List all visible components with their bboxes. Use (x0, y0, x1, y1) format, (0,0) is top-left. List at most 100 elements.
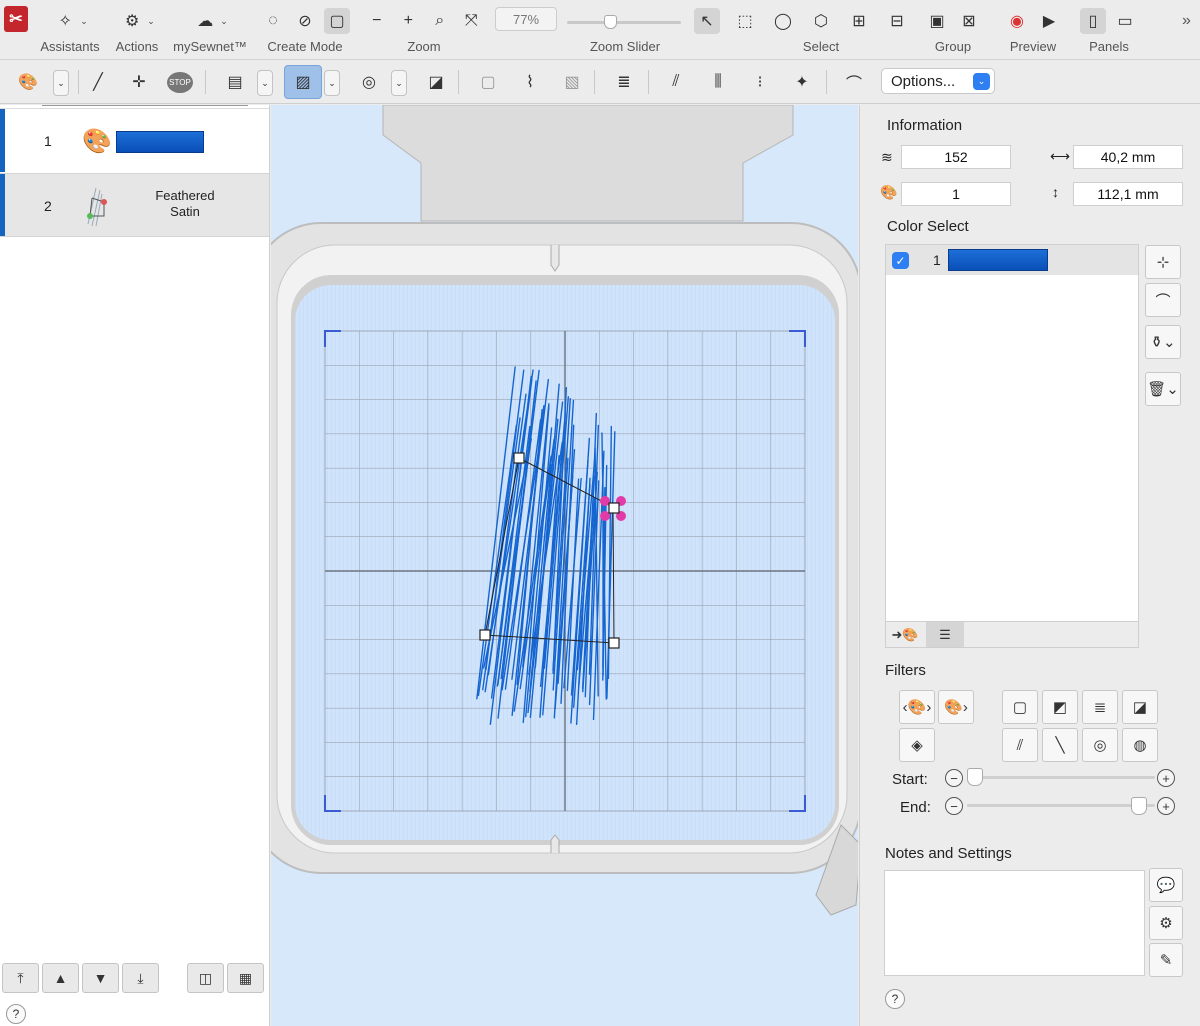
move-to-bottom-icon[interactable]: ⤓ (122, 963, 159, 993)
spiral-filter-icon[interactable]: ◎ (1082, 728, 1118, 762)
layer-properties-icon[interactable]: ▦ (227, 963, 264, 993)
color-list-item[interactable]: ✓ 1 (886, 245, 1138, 275)
zoom-field[interactable]: 77% (495, 7, 557, 31)
fill-pattern-icon[interactable]: ▤ (219, 66, 251, 98)
texture-icon[interactable]: ▧ (556, 66, 588, 98)
group-icon[interactable]: ▣ (924, 8, 950, 34)
end-slider-track[interactable] (967, 804, 1155, 807)
point-tool-icon[interactable]: ✛ (123, 66, 155, 98)
create-mode-shape-icon[interactable]: ▢ (324, 8, 350, 34)
height-field: 112,1 mm (1073, 182, 1183, 206)
ungroup-icon[interactable]: ⊠ (956, 8, 982, 34)
play-preview-icon[interactable]: ▶ (1036, 8, 1062, 34)
fill-dropdown-chevron-icon[interactable]: ⌄ (257, 70, 273, 96)
satin-dropdown-chevron-icon[interactable]: ⌄ (324, 70, 340, 96)
start-label: Start: (892, 771, 928, 788)
pencil-edit-icon[interactable]: ✎ (1149, 943, 1183, 977)
bezier-curve-icon[interactable]: ⌒ (838, 66, 870, 98)
feather-arc-icon[interactable]: ⁝ (744, 66, 776, 98)
help-button[interactable]: ? (6, 1004, 26, 1024)
color-sort-icon[interactable]: ➜🎨 (886, 622, 924, 647)
end-decrease-icon[interactable]: − (945, 797, 963, 815)
feather-bars-icon[interactable]: ⫼ (702, 66, 734, 98)
freehand-select-icon[interactable]: ⬡ (808, 8, 834, 34)
lines-filter-icon[interactable]: ≣ (1082, 690, 1118, 724)
fill-filter-icon[interactable]: ◩ (1042, 690, 1078, 724)
invert-select-icon[interactable]: ⊟ (884, 8, 910, 34)
lasso-select-icon[interactable]: ◯ (770, 8, 796, 34)
end-slider-thumb[interactable] (1131, 797, 1147, 815)
move-down-icon[interactable]: ▼ (82, 963, 119, 993)
select-pointer-icon[interactable]: ↖ (694, 8, 720, 34)
assistants-group[interactable]: ✧ ⌄ Assistants (34, 0, 106, 60)
running-stitch-filter-icon[interactable]: ╲ (1042, 728, 1078, 762)
design-canvas[interactable] (271, 105, 858, 1026)
actions-group[interactable]: ⚙ ⌄ Actions (106, 0, 168, 60)
start-slider-thumb[interactable] (967, 768, 983, 786)
zoom-out-icon[interactable]: − (364, 8, 390, 34)
outline-dropdown-chevron-icon[interactable]: ⌄ (391, 70, 407, 96)
feather-curve-icon[interactable]: ⫽ (660, 66, 692, 98)
mysewnet-group[interactable]: ☁ ⌄ mySewnet™ (168, 0, 252, 60)
stop-icon[interactable]: STOP (164, 66, 196, 98)
box-select-icon[interactable]: ⬚ (732, 8, 758, 34)
zoom-fit-icon[interactable]: ⤧ (459, 8, 485, 34)
notes-textarea[interactable] (884, 870, 1145, 976)
color-filter-out-icon[interactable]: 🎨› (938, 690, 974, 724)
border-icon[interactable]: ▢ (472, 66, 504, 98)
height-arrows-icon: ↕ (1052, 184, 1059, 200)
color-filter-in-icon[interactable]: ‹🎨› (899, 690, 935, 724)
start-increase-icon[interactable]: + (1157, 769, 1175, 787)
toolbar-overflow-icon[interactable]: » (1182, 12, 1191, 30)
move-up-icon[interactable]: ▲ (42, 963, 79, 993)
zoom-to-rect-icon[interactable]: ⌕ (427, 8, 453, 34)
reshape-icon[interactable]: ⌇ (514, 66, 546, 98)
line-tool-icon[interactable]: ╱ (82, 66, 114, 98)
app-logo-icon[interactable]: ✂ (4, 6, 28, 32)
stitch-lines-icon[interactable]: ≣ (608, 66, 640, 98)
satin-fill-icon[interactable]: ▨ (284, 65, 322, 99)
start-decrease-icon[interactable]: − (945, 769, 963, 787)
feather-filter-icon[interactable]: ⫽ (1002, 728, 1038, 762)
select-all-icon[interactable]: ⊞ (846, 8, 872, 34)
zoom-in-icon[interactable]: + (396, 8, 422, 34)
color-dropdown-chevron-icon[interactable]: ⌄ (53, 70, 69, 96)
color-palette-icon[interactable]: 🎨 (12, 66, 44, 98)
comment-icon[interactable]: 💬 (1149, 868, 1183, 902)
color-adjust-dropdown-icon[interactable]: ⚱⌄ (1145, 325, 1181, 359)
separator (826, 70, 827, 94)
options-button[interactable]: Options... ⌄ (881, 68, 995, 94)
settings-gear-icon[interactable]: ⚙ (1149, 906, 1183, 940)
remove-node-icon[interactable]: ⌒ (1145, 283, 1181, 317)
color-checkbox[interactable]: ✓ (892, 252, 909, 269)
color-tree-icon[interactable]: ☰ (926, 622, 964, 647)
width-field: 40,2 mm (1073, 145, 1183, 169)
sparkle-icon[interactable]: ✦ (786, 66, 818, 98)
delete-dropdown-icon[interactable]: 🗑⌄ (1145, 372, 1181, 406)
gradient-square-icon[interactable]: ◪ (420, 66, 452, 98)
end-increase-icon[interactable]: + (1157, 797, 1175, 815)
layer-row-1[interactable]: 1 🎨 (0, 108, 269, 172)
gradient-filter-icon[interactable]: ◪ (1122, 690, 1158, 724)
realistic-view-icon[interactable]: ◉ (1004, 8, 1030, 34)
right-panel-toggle-icon[interactable]: ▭ (1112, 8, 1138, 34)
left-panel-toggle-icon[interactable]: ▯ (1080, 8, 1106, 34)
color-list: ✓ 1 (885, 244, 1139, 622)
radial-filter-icon[interactable]: ◍ (1122, 728, 1158, 762)
layers-panel: 1 🎨 2 Feathered Satin ⤒ ▲ ▼ ⤓ ◫ ▦ ? (0, 105, 270, 1026)
create-mode-group: ◌ ⊘ ▢ Create Mode (254, 0, 356, 60)
layer-row-2[interactable]: 2 Feathered Satin (0, 173, 269, 237)
help-button[interactable]: ? (885, 989, 905, 1009)
zoom-group: − + ⌕ ⤧ Zoom (364, 0, 484, 60)
outline-filter-icon[interactable]: ▢ (1002, 690, 1038, 724)
move-to-top-icon[interactable]: ⤒ (2, 963, 39, 993)
stitch-count-icon: ≋ (881, 149, 893, 165)
start-slider-track[interactable] (967, 776, 1155, 779)
outline-circle-icon[interactable]: ◎ (353, 66, 385, 98)
create-mode-edit-icon[interactable]: ⊘ (292, 8, 318, 34)
add-node-icon[interactable]: ⊹ (1145, 245, 1181, 279)
create-mode-freehand-icon[interactable]: ◌ (260, 8, 286, 34)
layer-number: 1 (44, 133, 52, 149)
shape-filter-icon[interactable]: ◈ (899, 728, 935, 762)
visibility-icon[interactable]: ◫ (187, 963, 224, 993)
